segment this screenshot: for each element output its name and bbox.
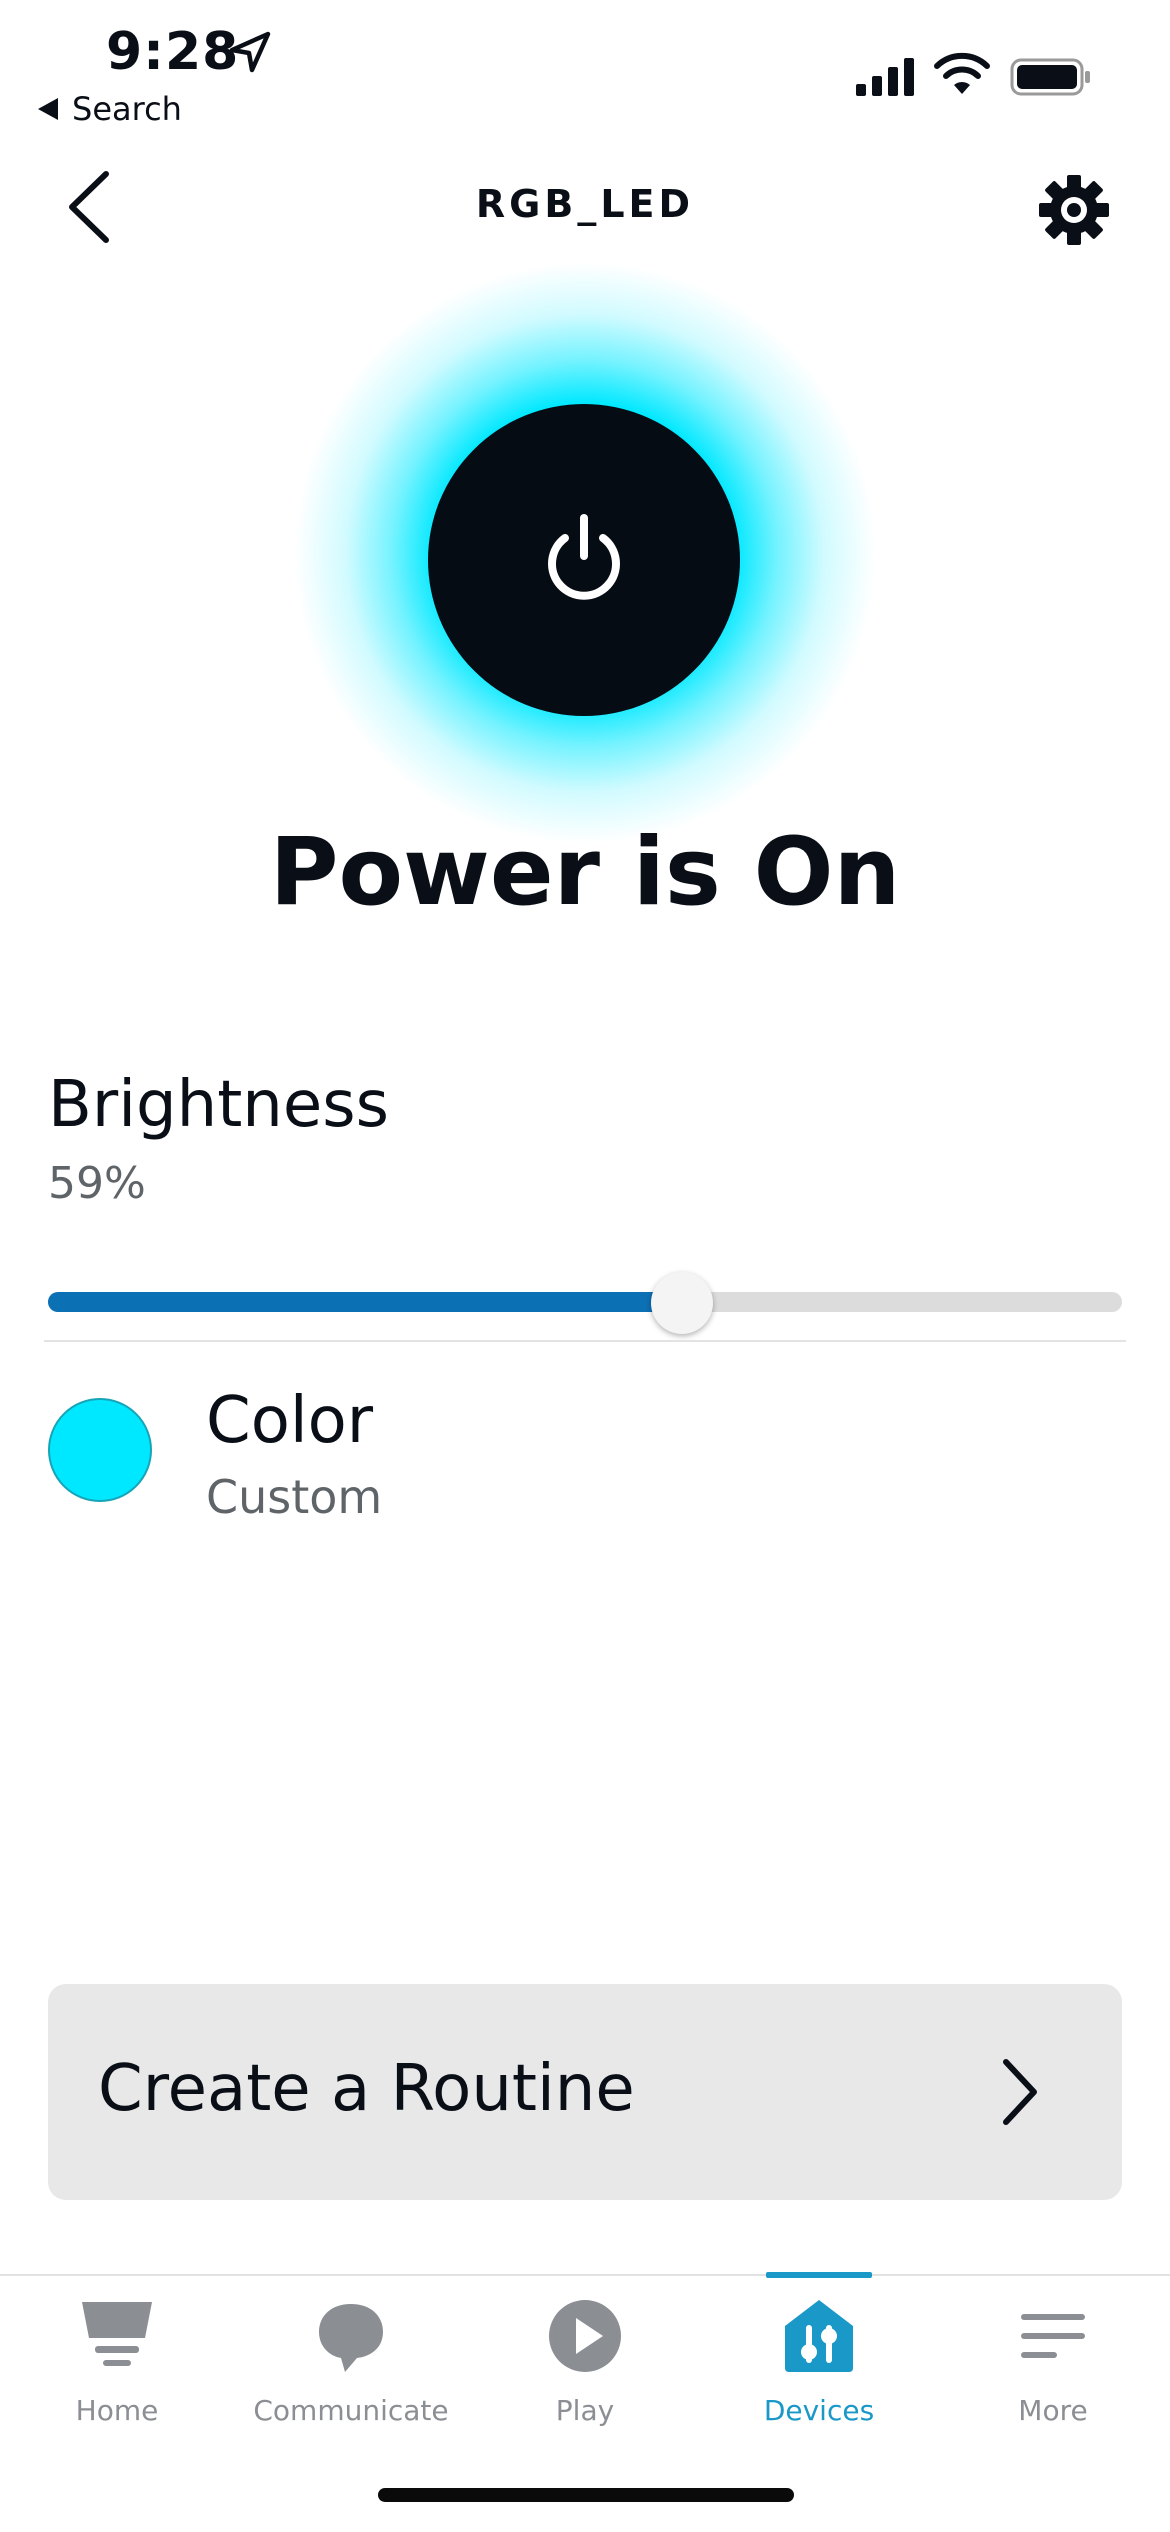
power-icon [548, 514, 620, 600]
tab-play[interactable]: Play [468, 2290, 702, 2430]
devices-icon [785, 2300, 853, 2372]
wifi-icon [934, 52, 990, 94]
chevron-right-icon [1003, 2059, 1037, 2125]
color-swatch[interactable] [48, 1398, 152, 1502]
active-tab-indicator [766, 2272, 872, 2278]
brightness-label: Brightness [48, 1068, 389, 1142]
cellular-signal-icon [856, 58, 914, 96]
more-icon [1021, 2314, 1085, 2358]
status-time: 9:28 [106, 22, 240, 82]
back-app-label: Search [72, 90, 182, 128]
create-routine-label: Create a Routine [98, 2052, 635, 2126]
settings-gear-icon[interactable] [1038, 174, 1110, 246]
home-indicator [378, 2488, 794, 2502]
back-triangle-icon [38, 98, 58, 120]
tab-label: Play [555, 2394, 615, 2427]
create-routine-button[interactable]: Create a Routine [48, 1984, 1122, 2200]
tab-communicate[interactable]: Communicate [234, 2290, 468, 2430]
tab-label: Devices [763, 2394, 875, 2427]
communicate-icon [319, 2304, 383, 2372]
tab-label: Home [75, 2394, 159, 2427]
brightness-slider[interactable] [48, 1292, 1122, 1312]
tab-home[interactable]: Home [0, 2290, 234, 2430]
color-value: Custom [206, 1470, 383, 1524]
play-icon [549, 2300, 621, 2372]
home-icon [82, 2302, 152, 2366]
tab-label: More [1018, 2394, 1088, 2427]
brightness-value: 59% [48, 1158, 146, 1209]
back-to-search-link[interactable]: Search [38, 90, 182, 128]
power-status-text: Power is On [269, 818, 901, 927]
tab-devices[interactable]: Devices [702, 2290, 936, 2430]
tab-more[interactable]: More [936, 2290, 1170, 2430]
brightness-slider-fill [48, 1292, 682, 1312]
power-toggle-button[interactable] [428, 404, 740, 716]
brightness-slider-thumb[interactable] [650, 1272, 713, 1334]
tabbar-divider [0, 2274, 1170, 2276]
location-arrow-icon [229, 31, 271, 73]
color-label[interactable]: Color [206, 1384, 373, 1458]
device-title: RGB_LED [475, 182, 695, 226]
tab-label: Communicate [253, 2394, 449, 2427]
divider [44, 1340, 1126, 1342]
battery-icon [1010, 58, 1090, 96]
